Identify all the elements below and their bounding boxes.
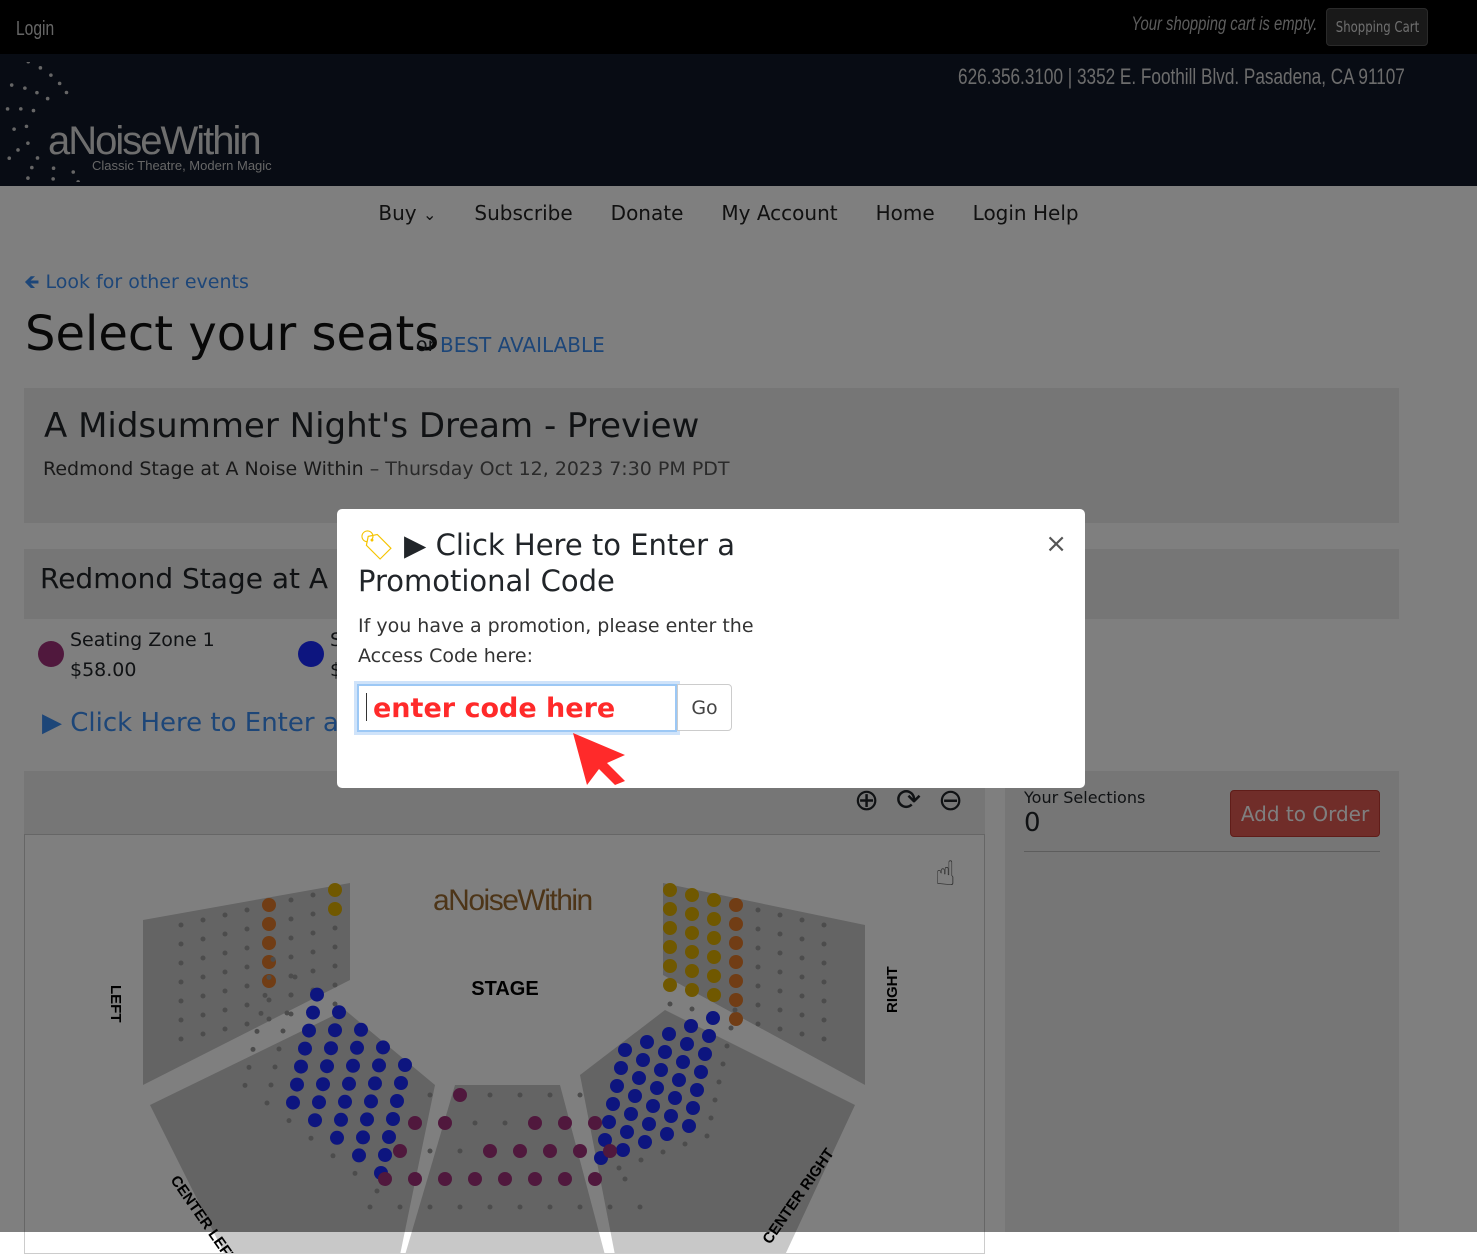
promo-code-input[interactable]	[357, 684, 677, 732]
modal-body: If you have a promotion, please enter th…	[358, 615, 754, 667]
tag-icon: 🏷	[358, 528, 395, 562]
red-arrow-cursor-icon	[573, 733, 625, 785]
promo-modal: 🏷 ▶ Click Here to Enter a Promotional Co…	[337, 509, 1085, 788]
close-icon[interactable]: ×	[1045, 529, 1067, 559]
text-caret	[366, 693, 367, 721]
modal-title: 🏷 ▶ Click Here to Enter a Promotional Co…	[358, 527, 758, 599]
go-button[interactable]: Go	[677, 684, 732, 731]
triangle-icon: ▶	[404, 528, 427, 562]
